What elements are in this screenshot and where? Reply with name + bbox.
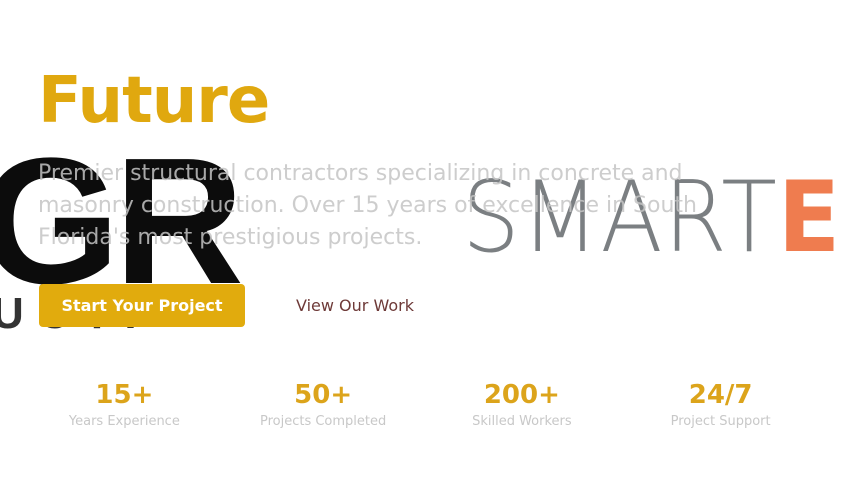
stat-value: 15+ xyxy=(95,380,154,410)
stat-support: 24/7 Project Support xyxy=(621,377,820,437)
hero-subtitle: Premier structural contractors specializ… xyxy=(38,161,697,250)
partner-logo-smart-accent: E xyxy=(777,161,842,275)
stat-workers: 200+ Skilled Workers xyxy=(423,377,622,437)
stat-label: Years Experience xyxy=(68,414,180,429)
view-work-link[interactable]: View Our Work xyxy=(296,284,414,327)
stat-years: 15+ Years Experience xyxy=(25,377,224,437)
stat-value: 50+ xyxy=(294,380,353,410)
stat-label: Skilled Workers xyxy=(472,414,572,429)
stat-label: Projects Completed xyxy=(259,414,387,429)
stat-label: Project Support xyxy=(670,414,771,429)
hero-headline: Future xyxy=(38,64,270,138)
stat-value: 200+ xyxy=(483,380,560,410)
stat-projects: 50+ Projects Completed xyxy=(224,377,423,437)
stats-row: 15+ Years Experience 50+ Projects Comple… xyxy=(25,377,820,437)
stat-value: 24/7 xyxy=(688,380,753,410)
start-project-button[interactable]: Start Your Project xyxy=(39,284,245,327)
